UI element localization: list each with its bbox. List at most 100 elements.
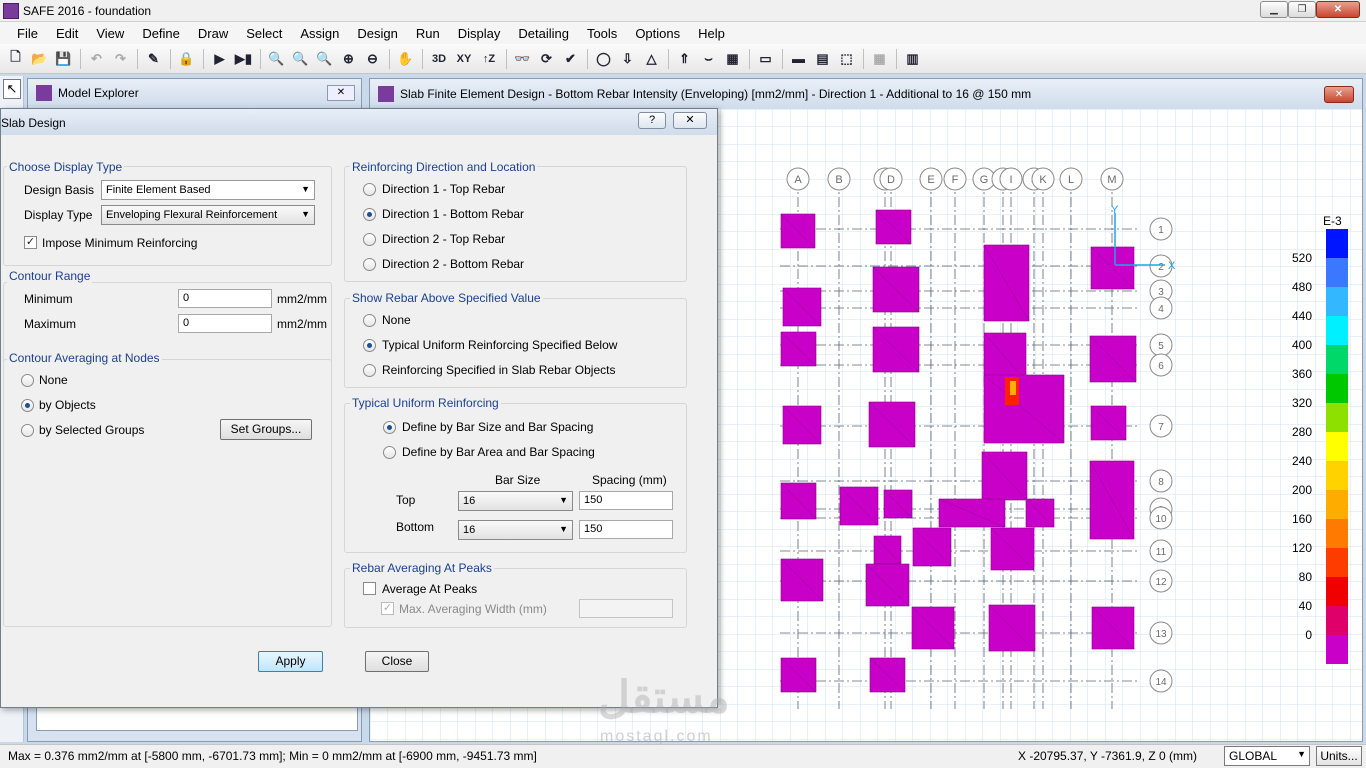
perspective-icon[interactable]: 👓 [511, 48, 534, 70]
menu-assign[interactable]: Assign [291, 26, 348, 41]
max-width-input[interactable] [579, 599, 673, 618]
menu-run[interactable]: Run [407, 26, 449, 41]
pencil-icon[interactable]: ✎ [142, 48, 165, 70]
display-type-select[interactable]: Enveloping Flexural Reinforcement ▼ [101, 205, 315, 225]
dialog-close-x-button[interactable]: ✕ [673, 112, 707, 129]
show-slab-design-icon[interactable]: ▬ [787, 48, 810, 70]
toolbar-separator [782, 48, 783, 69]
zoom-previous-icon[interactable]: 🔍 [313, 48, 336, 70]
refresh-icon[interactable]: ⟳ [535, 48, 558, 70]
detailing-icon[interactable]: ▦ [868, 48, 891, 70]
max-width-checkbox[interactable]: ✓ [381, 602, 394, 615]
show-beam-forces-icon[interactable]: ▭ [754, 48, 777, 70]
contour-max-input[interactable]: 0 [178, 314, 272, 333]
window-title: SAFE 2016 - foundation [23, 3, 152, 18]
show-slab-forces-icon[interactable]: ▦ [721, 48, 744, 70]
slab-view-close-button[interactable]: ✕ [1324, 86, 1354, 103]
legend-value: 40 [1299, 599, 1313, 613]
display-type-value: Enveloping Flexural Reinforcement [106, 209, 278, 221]
zoom-window-icon[interactable]: 🔍 [265, 48, 288, 70]
slab-design-dialog: Slab Design ? ✕ Choose Display Type Desi… [0, 108, 718, 708]
window-close-button[interactable]: ✕ [1316, 1, 1360, 18]
menu-detailing[interactable]: Detailing [509, 26, 578, 41]
close-button[interactable]: Close [365, 651, 429, 672]
show-beam-design-icon[interactable]: ▤ [811, 48, 834, 70]
menu-help[interactable]: Help [689, 26, 734, 41]
averaging-by-objects-radio[interactable] [21, 399, 34, 412]
explorer-close-button[interactable]: ✕ [327, 85, 355, 101]
run-analysis-icon[interactable]: ▶▮ [232, 48, 255, 70]
show-rebar-slab-objects-radio[interactable] [363, 364, 376, 377]
show-loads-icon[interactable]: ⇩ [616, 48, 639, 70]
view-xy-button[interactable]: XY [452, 48, 476, 70]
menu-define[interactable]: Define [133, 26, 189, 41]
check-icon[interactable]: ✔ [559, 48, 582, 70]
pan-icon[interactable]: ✋ [394, 48, 417, 70]
grid-label-x: A [794, 174, 802, 186]
zoom-in-icon[interactable]: ⊕ [337, 48, 360, 70]
units-button[interactable]: Units... [1316, 746, 1362, 766]
zoom-out-icon[interactable]: ⊖ [361, 48, 384, 70]
dir2-top-label: Direction 2 - Top Rebar [382, 232, 506, 246]
show-rebar-typical-radio[interactable] [363, 339, 376, 352]
coordinate-system-select[interactable]: GLOBAL ▼ [1224, 746, 1310, 766]
dir2-bottom-radio[interactable] [363, 258, 376, 271]
menu-draw[interactable]: Draw [189, 26, 237, 41]
open-folder-icon[interactable]: 📂 [28, 48, 51, 70]
dialog-title: Slab Design [1, 116, 66, 130]
design-basis-select[interactable]: Finite Element Based ▼ [101, 180, 315, 200]
top-bar-size-select[interactable]: 16 ▼ [458, 491, 573, 511]
grid-label-x: M [1107, 174, 1116, 186]
dropdown-arrow-icon: ▼ [301, 184, 310, 194]
show-strip-forces-icon[interactable]: ⌣ [697, 48, 720, 70]
toolbar-separator [260, 48, 261, 69]
dir1-top-radio[interactable] [363, 183, 376, 196]
menu-view[interactable]: View [87, 26, 133, 41]
contour-range-group-title: Contour Range [7, 269, 93, 283]
menu-design[interactable]: Design [348, 26, 406, 41]
new-file-icon[interactable]: 🗋 [4, 48, 27, 70]
watermark-logo: مستقل [598, 673, 730, 722]
redo-icon[interactable]: ↷ [109, 48, 132, 70]
dialog-help-button[interactable]: ? [638, 112, 666, 129]
bottom-bar-size-select[interactable]: 16 ▼ [458, 520, 573, 540]
show-punching-icon[interactable]: ⬚ [835, 48, 858, 70]
define-by-size-radio[interactable] [383, 421, 396, 434]
contour-min-input[interactable]: 0 [178, 289, 272, 308]
show-deformed-icon[interactable]: △ [640, 48, 663, 70]
explorer-list[interactable] [36, 707, 358, 731]
define-by-area-radio[interactable] [383, 446, 396, 459]
toolbar-separator [506, 48, 507, 69]
menu-tools[interactable]: Tools [578, 26, 626, 41]
impose-minimum-checkbox[interactable]: ✓ [24, 236, 37, 249]
show-rebar-none-radio[interactable] [363, 314, 376, 327]
dir1-bottom-radio[interactable] [363, 208, 376, 221]
show-undeformed-icon[interactable]: ◯ [592, 48, 615, 70]
save-icon[interactable]: 💾 [52, 48, 75, 70]
menu-options[interactable]: Options [626, 26, 689, 41]
pointer-icon[interactable]: ↖ [3, 79, 21, 99]
menu-select[interactable]: Select [237, 26, 291, 41]
zoom-extents-icon[interactable]: 🔍 [289, 48, 312, 70]
average-at-peaks-checkbox[interactable] [363, 582, 376, 595]
lock-icon[interactable]: 🔒 [175, 48, 198, 70]
dir2-top-radio[interactable] [363, 233, 376, 246]
run-icon[interactable]: ▶ [208, 48, 231, 70]
averaging-by-groups-radio[interactable] [21, 424, 34, 437]
view-z-button[interactable]: ↑Z [477, 48, 501, 70]
averaging-none-radio[interactable] [21, 374, 34, 387]
bottom-spacing-input[interactable]: 150 [579, 520, 673, 539]
set-groups-button[interactable]: Set Groups... [220, 419, 312, 440]
tables-icon[interactable]: ▥ [901, 48, 924, 70]
undo-icon[interactable]: ↶ [85, 48, 108, 70]
maximize-button[interactable]: ❐ [1288, 1, 1316, 18]
toolbar-separator [389, 48, 390, 69]
show-reactions-icon[interactable]: ⇑ [673, 48, 696, 70]
apply-button[interactable]: Apply [258, 651, 323, 672]
menu-edit[interactable]: Edit [47, 26, 87, 41]
menu-file[interactable]: File [8, 26, 47, 41]
menu-display[interactable]: Display [449, 26, 510, 41]
top-spacing-input[interactable]: 150 [579, 491, 673, 510]
view-3d-button[interactable]: 3D [427, 48, 451, 70]
minimize-button[interactable]: ▁ [1260, 1, 1288, 18]
